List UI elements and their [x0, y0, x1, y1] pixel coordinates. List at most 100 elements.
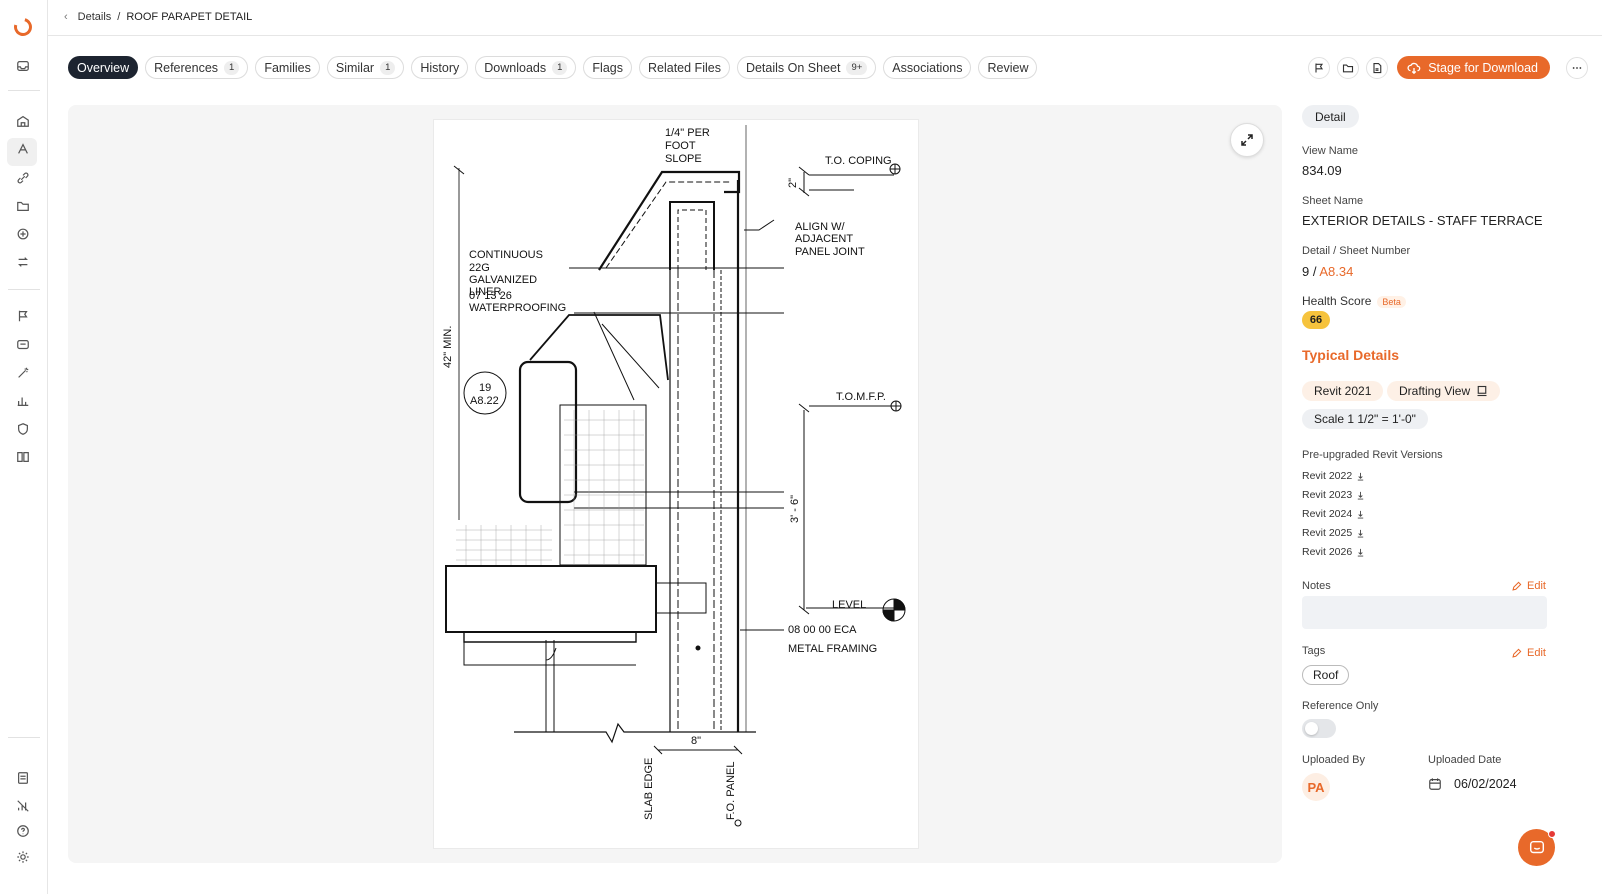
note-slope-2: FOOT: [665, 140, 696, 152]
sidebar: [0, 0, 48, 894]
version-label: Revit 2023: [1302, 489, 1353, 501]
expand-button[interactable]: [1230, 123, 1264, 157]
stage-for-download-button[interactable]: Stage for Download: [1397, 56, 1550, 79]
breadcrumb-current: ROOF PARAPET DETAIL: [126, 11, 253, 23]
breadcrumb-parent[interactable]: Details: [78, 11, 112, 23]
download-icon: [1358, 491, 1364, 500]
tab-overview[interactable]: Overview: [68, 56, 139, 79]
tab-associations[interactable]: Associations: [883, 56, 972, 79]
typical-details-title[interactable]: Typical Details: [1302, 347, 1399, 363]
uploaded-date: 06/02/2024: [1428, 777, 1517, 791]
dim-42-min: 42" MIN.: [442, 326, 454, 368]
note-liner-1: CONTINUOUS: [469, 249, 543, 261]
signal-off-icon[interactable]: [15, 798, 31, 814]
scale-chip: Scale 1 1/2" = 1'-0": [1302, 409, 1428, 429]
breadcrumb-separator: /: [117, 11, 121, 23]
flag-button[interactable]: [1308, 56, 1331, 79]
app-logo[interactable]: [10, 14, 36, 40]
settings-icon[interactable]: [15, 849, 31, 865]
action-bar: Stage for Download: [1308, 56, 1588, 79]
tab-families[interactable]: Families: [255, 56, 320, 79]
view-type-chip: Drafting View: [1387, 381, 1501, 401]
reference-only-toggle[interactable]: [1302, 719, 1336, 738]
dim-3-6: 3' - 6": [789, 495, 801, 523]
chevron-left-icon[interactable]: ‹: [64, 11, 68, 23]
magic-icon[interactable]: [15, 365, 31, 381]
tab-label: Related Files: [648, 60, 721, 75]
tags-edit-button[interactable]: Edit: [1511, 647, 1546, 659]
shield-icon[interactable]: [15, 421, 31, 437]
count-badge: 1: [380, 60, 396, 75]
tab-label: Review: [987, 60, 1029, 75]
pre-upgraded-label: Pre-upgraded Revit Versions: [1302, 449, 1443, 461]
tab-label: Families: [264, 60, 311, 75]
stage-label: Stage for Download: [1428, 60, 1538, 75]
open-folder-button[interactable]: [1337, 56, 1360, 79]
file-button[interactable]: [1366, 56, 1389, 79]
revit-version-download[interactable]: Revit 2025: [1302, 527, 1365, 539]
package-icon[interactable]: [15, 226, 31, 242]
note-liner-ref: 07 13 26: [469, 290, 512, 302]
download-icon: [1358, 529, 1364, 538]
more-icon: [1572, 66, 1582, 69]
notes-field[interactable]: [1302, 596, 1547, 629]
more-button[interactable]: [1566, 56, 1588, 79]
uploaded-date-value: 06/02/2024: [1454, 777, 1517, 791]
tab-references[interactable]: References 1: [145, 56, 249, 79]
note-slope-1: 1/4" PER: [665, 127, 710, 139]
building-icon[interactable]: [15, 113, 31, 129]
detail-preview: 1/4" PER FOOT SLOPE T.O. COPING 2" ALIGN…: [68, 105, 1282, 863]
note-liner-2: 22G: [469, 262, 490, 274]
download-icon: [1358, 510, 1364, 519]
analytics-icon[interactable]: [15, 393, 31, 409]
callout-sheet: A8.22: [470, 395, 499, 407]
tab-details-on-sheet[interactable]: Details On Sheet 9+: [736, 56, 877, 79]
sheet-name-label: Sheet Name: [1302, 195, 1364, 207]
tab-downloads[interactable]: Downloads 1: [475, 56, 577, 79]
tab-label: Similar: [335, 60, 375, 75]
tab-similar[interactable]: Similar 1: [326, 56, 405, 79]
reference-only-label: Reference Only: [1302, 700, 1379, 712]
revit-version-download[interactable]: Revit 2026: [1302, 546, 1365, 558]
tab-history[interactable]: History: [411, 56, 469, 79]
detail-tab[interactable]: Detail: [1302, 105, 1359, 128]
tab-label: Associations: [892, 60, 963, 75]
folder-icon[interactable]: [15, 198, 31, 214]
transfer-icon[interactable]: [15, 254, 31, 270]
notes-label: Notes: [1302, 580, 1331, 592]
revit-version-download[interactable]: Revit 2022: [1302, 470, 1365, 482]
health-score-text: Health Score: [1302, 294, 1372, 308]
sidebar-divider: [8, 737, 40, 738]
breadcrumb: ‹ Details / ROOF PARAPET DETAIL: [64, 11, 252, 23]
tab-label: Downloads: [484, 60, 547, 75]
sheet-number-link[interactable]: A8.34: [1319, 264, 1353, 279]
callout-number: 19: [479, 382, 491, 394]
uploaded-date-label: Uploaded Date: [1428, 754, 1502, 766]
revit-version-download[interactable]: Revit 2024: [1302, 508, 1365, 520]
tab-related-files[interactable]: Related Files: [639, 56, 730, 79]
version-label: Revit 2024: [1302, 508, 1353, 520]
inbox-icon[interactable]: [15, 58, 31, 74]
health-score-badge: 66: [1302, 311, 1330, 329]
drafting-icon: [1477, 385, 1487, 397]
revit-version-download[interactable]: Revit 2023: [1302, 489, 1365, 501]
download-icon: [1358, 472, 1364, 481]
tab-review[interactable]: Review: [978, 56, 1038, 79]
messages-icon[interactable]: [15, 337, 31, 353]
notes-edit-button[interactable]: Edit: [1511, 580, 1546, 592]
book-icon[interactable]: [15, 449, 31, 465]
detail-drawing-sheet: 1/4" PER FOOT SLOPE T.O. COPING 2" ALIGN…: [434, 120, 918, 848]
documents-icon[interactable]: [15, 770, 31, 786]
count-badge: 9+: [846, 60, 868, 75]
flag-icon[interactable]: [15, 308, 31, 324]
details-icon[interactable]: [15, 141, 31, 157]
help-icon[interactable]: [15, 823, 31, 839]
calendar-icon: [1429, 778, 1441, 790]
tab-label: Overview: [77, 60, 130, 75]
link-icon[interactable]: [15, 170, 31, 186]
tab-flags[interactable]: Flags: [583, 56, 632, 79]
chat-icon: [1529, 840, 1544, 853]
tag-chip[interactable]: Roof: [1302, 665, 1350, 685]
note-framing: METAL FRAMING: [788, 643, 877, 655]
edit-label: Edit: [1527, 580, 1546, 592]
